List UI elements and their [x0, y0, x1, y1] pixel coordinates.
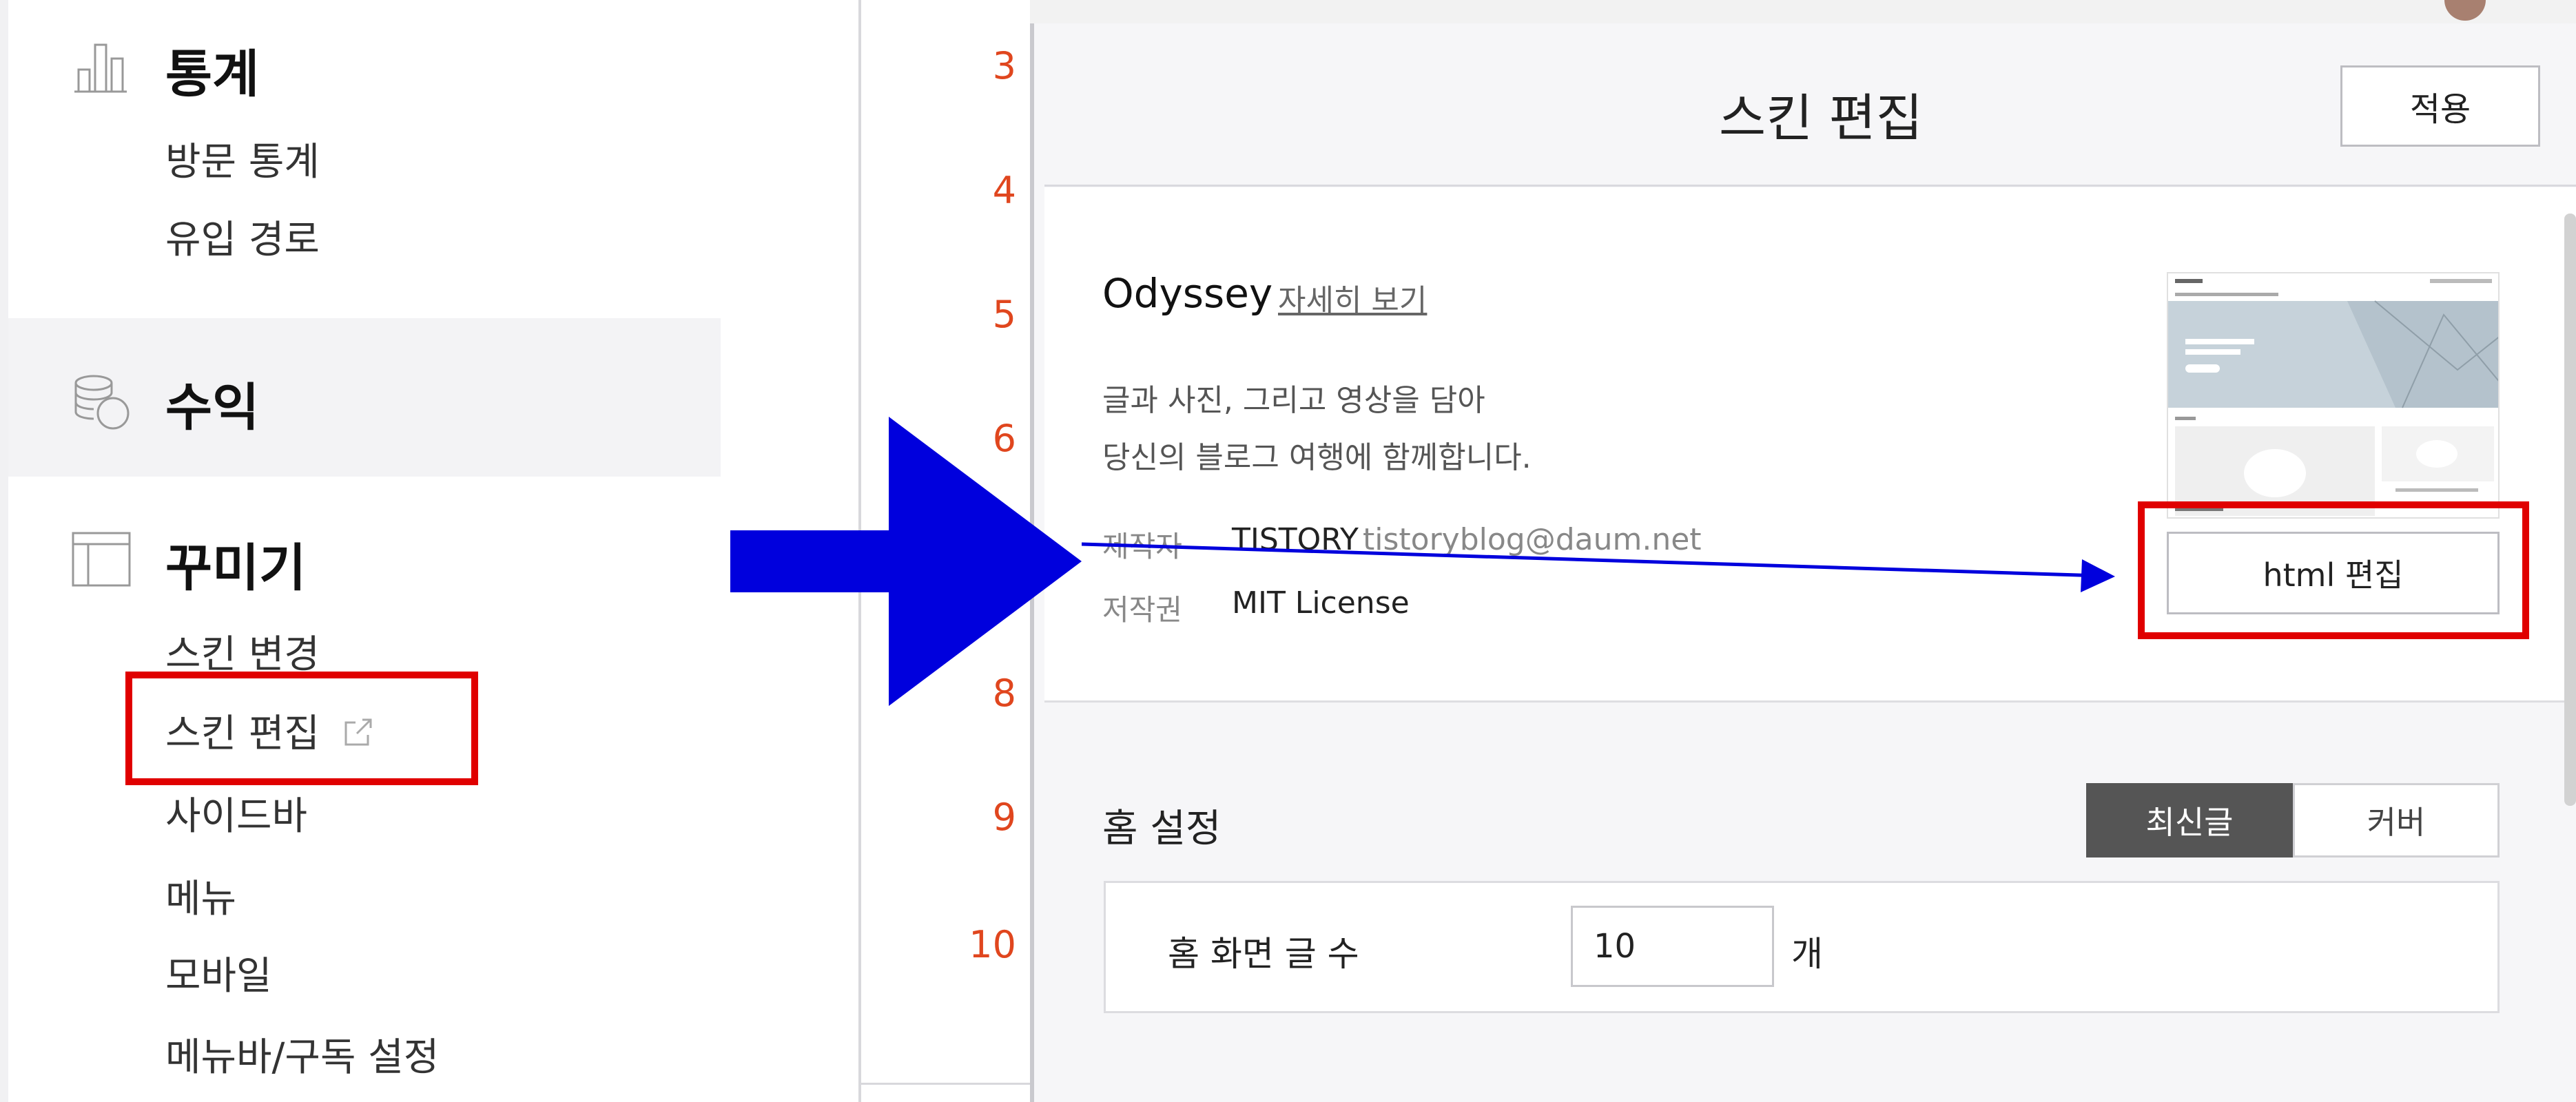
- annotation-highlight-html-edit: [2138, 501, 2529, 639]
- stats-icon: [73, 38, 128, 93]
- segment-latest-posts[interactable]: 최신글: [2086, 783, 2293, 857]
- line-number: 5: [992, 293, 1016, 336]
- skin-preview-thumbnail: [2167, 272, 2500, 519]
- skin-description-line1: 글과 사진, 그리고 영상을 담아: [1102, 383, 1485, 418]
- page-title: 스킨 편집: [1719, 89, 1923, 148]
- line-number: 10: [969, 923, 1016, 966]
- line-number: 3: [992, 44, 1016, 87]
- scrollbar[interactable]: [2564, 214, 2576, 806]
- segment-cover[interactable]: 커버: [2293, 783, 2500, 857]
- sidebar-item-mobile[interactable]: 모바일: [165, 945, 272, 1001]
- coins-icon: [72, 372, 131, 431]
- annotation-block-arrow: [730, 417, 1082, 706]
- skin-name: Odyssey: [1102, 270, 1273, 317]
- skin-detail-link[interactable]: 자세히 보기: [1278, 276, 1427, 320]
- sidebar-section-revenue-title[interactable]: 수익: [165, 366, 259, 440]
- sidebar-item-referrers[interactable]: 유입 경로: [165, 209, 320, 264]
- line-number: 4: [992, 169, 1016, 212]
- sidebar-item-menubar-subscribe[interactable]: 메뉴바/구독 설정: [165, 1026, 439, 1082]
- skin-description-line2: 당신의 블로그 여행에 함께합니다.: [1102, 440, 1532, 475]
- avatar: [2444, 0, 2486, 21]
- home-post-count-input[interactable]: 10: [1571, 906, 1774, 987]
- annotation-pointer-arrow: [1082, 542, 2115, 592]
- sidebar-item-skin-change[interactable]: 스킨 변경: [165, 623, 320, 679]
- sidebar-item-visit-stats[interactable]: 방문 통계: [165, 131, 320, 187]
- sidebar-section-stats-title[interactable]: 통계: [165, 33, 259, 107]
- sidebar-item-menu[interactable]: 메뉴: [165, 868, 236, 924]
- sidebar-item-sidebar[interactable]: 사이드바: [165, 785, 307, 841]
- annotation-highlight-skin-edit: [125, 672, 478, 785]
- home-settings-title: 홈 설정: [1102, 807, 1222, 851]
- home-post-count-unit: 개: [1791, 934, 1823, 974]
- sidebar-edge: [0, 0, 8, 1102]
- line-number: 9: [992, 796, 1016, 839]
- browser-toolbar-strip: [1030, 0, 2576, 23]
- home-post-count-label: 홈 화면 글 수: [1168, 934, 1359, 974]
- apply-button[interactable]: 적용: [2340, 65, 2540, 147]
- divider: [861, 1083, 1030, 1085]
- sidebar-section-decorate-title[interactable]: 꾸미기: [165, 527, 306, 601]
- layout-icon: [72, 532, 131, 587]
